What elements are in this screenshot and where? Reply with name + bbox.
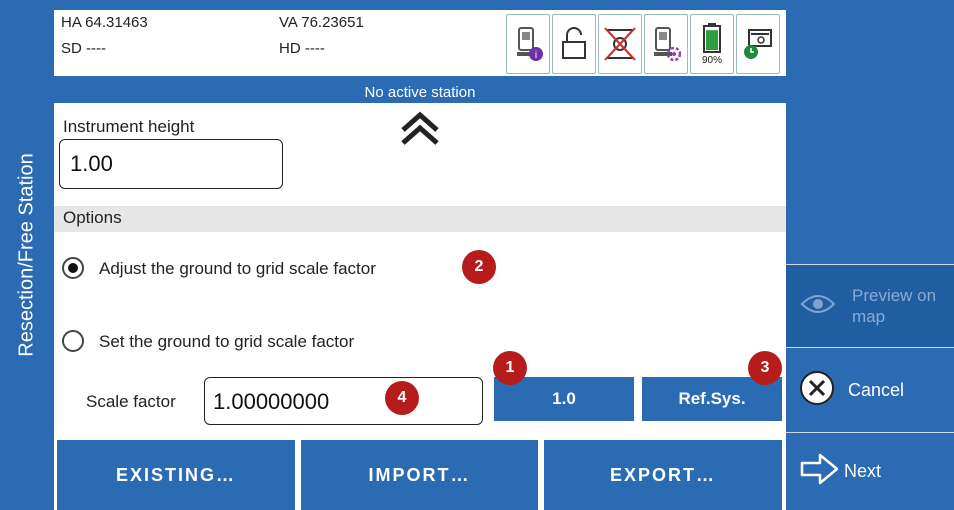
radio-adjust-scale[interactable] [62, 257, 84, 279]
battery-icon: 90% [690, 14, 734, 74]
options-label: Options [63, 208, 122, 227]
preview-label-line1: Preview on [852, 286, 937, 305]
options-header [54, 206, 786, 232]
connection-icon[interactable] [736, 14, 780, 74]
import-button[interactable]: IMPORT… [301, 440, 538, 510]
arrow-right-icon [800, 452, 840, 491]
cancel-button[interactable]: Cancel [786, 348, 954, 432]
hd-readout: HD ---- [279, 40, 325, 57]
station-status: No active station [54, 82, 786, 103]
va-readout: VA 76.23651 [279, 14, 364, 31]
collapse-chevron-icon[interactable] [399, 108, 441, 153]
instrument-settings-icon[interactable] [644, 14, 688, 74]
unlock-icon[interactable] [552, 14, 596, 74]
radio-set-label[interactable]: Set the ground to grid scale factor [99, 332, 354, 352]
export-button[interactable]: EXPORT… [544, 440, 782, 510]
next-label: Next [844, 461, 882, 481]
scale-factor-label: Scale factor [86, 392, 176, 411]
no-prism-icon[interactable] [598, 14, 642, 74]
callout-badge-1: 1 [493, 351, 527, 385]
preview-label-line2: map [852, 307, 886, 326]
callout-badge-2: 2 [462, 250, 496, 284]
instrument-height-label: Instrument height [63, 117, 195, 136]
next-button[interactable]: Next [786, 433, 954, 510]
radio-adjust-label[interactable]: Adjust the ground to grid scale factor [99, 259, 376, 279]
instrument-info-badge: i [535, 50, 537, 61]
radio-set-scale[interactable] [62, 330, 84, 352]
cancel-icon [798, 369, 836, 412]
page-title: Resection/Free Station [15, 153, 38, 357]
preview-on-map-button[interactable]: Preview on map [786, 265, 954, 347]
instrument-height-input[interactable]: 1.00 [59, 139, 283, 189]
eye-icon [800, 292, 836, 321]
instrument-height-value: 1.00 [70, 151, 113, 176]
sd-readout: SD ---- [61, 40, 106, 57]
existing-button[interactable]: EXISTING… [57, 440, 295, 510]
ha-readout: HA 64.31463 [61, 14, 148, 31]
callout-badge-4: 4 [385, 381, 419, 415]
scale-factor-value: 1.00000000 [213, 389, 330, 414]
cancel-label: Cancel [848, 379, 905, 400]
callout-badge-3: 3 [748, 351, 782, 385]
battery-percent: 90% [702, 55, 722, 66]
instrument-info-icon[interactable]: i [506, 14, 550, 74]
scale-factor-input[interactable]: 1.00000000 [204, 377, 483, 425]
status-icons: i 90% [506, 14, 780, 74]
